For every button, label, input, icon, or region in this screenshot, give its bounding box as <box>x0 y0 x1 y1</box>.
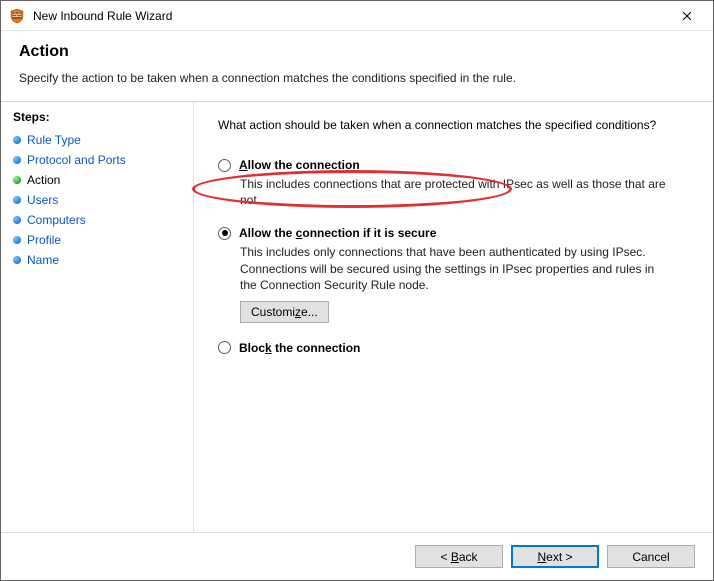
step-label: Profile <box>27 233 61 247</box>
step-label: Name <box>27 253 59 267</box>
radio-row-block[interactable]: Block the connection <box>218 341 689 355</box>
steps-sidebar: Steps: Rule Type Protocol and Ports Action… <box>1 102 194 577</box>
step-label: Action <box>27 173 60 187</box>
bullet-icon <box>13 136 21 144</box>
radio-label-block: Block the connection <box>239 341 360 355</box>
radio-block[interactable] <box>218 341 231 354</box>
main-content: What action should be taken when a conne… <box>194 102 713 577</box>
close-button[interactable] <box>667 2 707 30</box>
radio-row-allow-secure[interactable]: Allow the connection if it is secure <box>218 226 689 240</box>
step-protocol-and-ports[interactable]: Protocol and Ports <box>13 150 189 170</box>
step-action: Action <box>13 170 189 190</box>
radio-label-allow: Allow the connection <box>239 158 360 172</box>
option-allow-secure: Allow the connection if it is secure This… <box>218 226 689 323</box>
customize-button[interactable]: Customize... <box>240 301 329 323</box>
firewall-icon <box>9 8 25 24</box>
cancel-button[interactable]: Cancel <box>607 545 695 568</box>
bullet-icon <box>13 176 21 184</box>
steps-title: Steps: <box>13 110 189 124</box>
radio-label-allow-secure: Allow the connection if it is secure <box>239 226 436 240</box>
radio-allow-secure[interactable] <box>218 227 231 240</box>
option-desc-allow: This includes connections that are prote… <box>240 176 670 208</box>
page-title: Action <box>19 43 695 61</box>
wizard-footer: < Back Next > Cancel <box>1 532 713 580</box>
bullet-icon <box>13 196 21 204</box>
step-label: Users <box>27 193 58 207</box>
radio-row-allow[interactable]: Allow the connection <box>218 158 689 172</box>
next-button[interactable]: Next > <box>511 545 599 568</box>
titlebar: New Inbound Rule Wizard <box>1 1 713 31</box>
bullet-icon <box>13 256 21 264</box>
bullet-icon <box>13 216 21 224</box>
radio-allow[interactable] <box>218 159 231 172</box>
wizard-header: Action Specify the action to be taken wh… <box>1 31 713 95</box>
step-profile[interactable]: Profile <box>13 230 189 250</box>
step-name[interactable]: Name <box>13 250 189 270</box>
bullet-icon <box>13 156 21 164</box>
step-label: Computers <box>27 213 86 227</box>
question-text: What action should be taken when a conne… <box>218 118 689 132</box>
page-subtitle: Specify the action to be taken when a co… <box>19 71 695 85</box>
step-label: Protocol and Ports <box>27 153 126 167</box>
window-title: New Inbound Rule Wizard <box>33 9 667 23</box>
back-button[interactable]: < Back <box>415 545 503 568</box>
option-allow: Allow the connection This includes connec… <box>218 158 689 208</box>
step-computers[interactable]: Computers <box>13 210 189 230</box>
step-label: Rule Type <box>27 133 81 147</box>
step-users[interactable]: Users <box>13 190 189 210</box>
option-block: Block the connection <box>218 341 689 355</box>
step-rule-type[interactable]: Rule Type <box>13 130 189 150</box>
option-desc-allow-secure: This includes only connections that have… <box>240 244 670 293</box>
bullet-icon <box>13 236 21 244</box>
